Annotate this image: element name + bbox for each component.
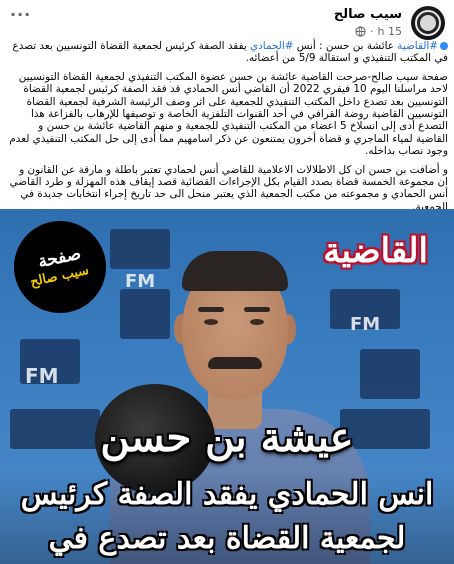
- wall-tile: [360, 349, 420, 399]
- post-header: سيب صالح 15 h · ···: [0, 4, 454, 44]
- post-paragraph-1: #القاضية عائشة بن حسن : أنس #الحمادي يفق…: [8, 40, 448, 65]
- facebook-post: سيب صالح 15 h · ··· #القاضية عائشة بن حس…: [0, 0, 454, 564]
- post-image[interactable]: FM FM FM صفحة سيب صالح القاضية عيشة بن ح…: [0, 209, 454, 564]
- eye-left: [204, 319, 218, 325]
- separator-dot: ·: [370, 25, 374, 38]
- blue-circle-icon: [440, 42, 448, 50]
- post-paragraph-3: و أضافت بن حسن ان كل الاطلالات الاعلامية…: [9, 163, 448, 213]
- paragraph-1-part-a: عائشة بن حسن : أنس: [293, 40, 398, 52]
- wall-fm-text: FM: [25, 364, 59, 388]
- image-headline-1: انس الحمادي يفقد الصفة كرئيس: [20, 477, 434, 512]
- eyebrow-right: [244, 307, 270, 312]
- hashtag-hammadi[interactable]: #الحمادي: [250, 40, 293, 52]
- post-paragraph-2: صفحة سيب صالح-صرحت القاضية عائشة بن حسن …: [9, 70, 448, 158]
- post-meta: 15 h ·: [355, 25, 402, 38]
- image-tag-judge: القاضية: [323, 231, 428, 271]
- wall-fm-text: FM: [350, 314, 381, 335]
- post-text: #القاضية عائشة بن حسن : أنس #الحمادي يفق…: [8, 40, 448, 219]
- eye-right: [250, 319, 264, 325]
- page-avatar[interactable]: [411, 6, 445, 40]
- avatar-mark: [420, 15, 436, 31]
- page-logo-badge: صفحة سيب صالح: [14, 221, 106, 313]
- more-options-icon[interactable]: ···: [10, 7, 31, 23]
- globe-icon[interactable]: [355, 26, 366, 37]
- eyebrow-left: [198, 307, 224, 312]
- hashtag-judge[interactable]: #القاضية: [397, 40, 438, 52]
- page-name-link[interactable]: سيب صالح: [334, 7, 402, 22]
- hair: [182, 251, 288, 291]
- image-name-caption: عيشة بن حسن: [100, 414, 354, 461]
- image-headline-2: لجمعية القضاة بعد تصدع في: [48, 521, 406, 556]
- mustache: [208, 357, 262, 369]
- post-time[interactable]: 15 h: [378, 25, 402, 38]
